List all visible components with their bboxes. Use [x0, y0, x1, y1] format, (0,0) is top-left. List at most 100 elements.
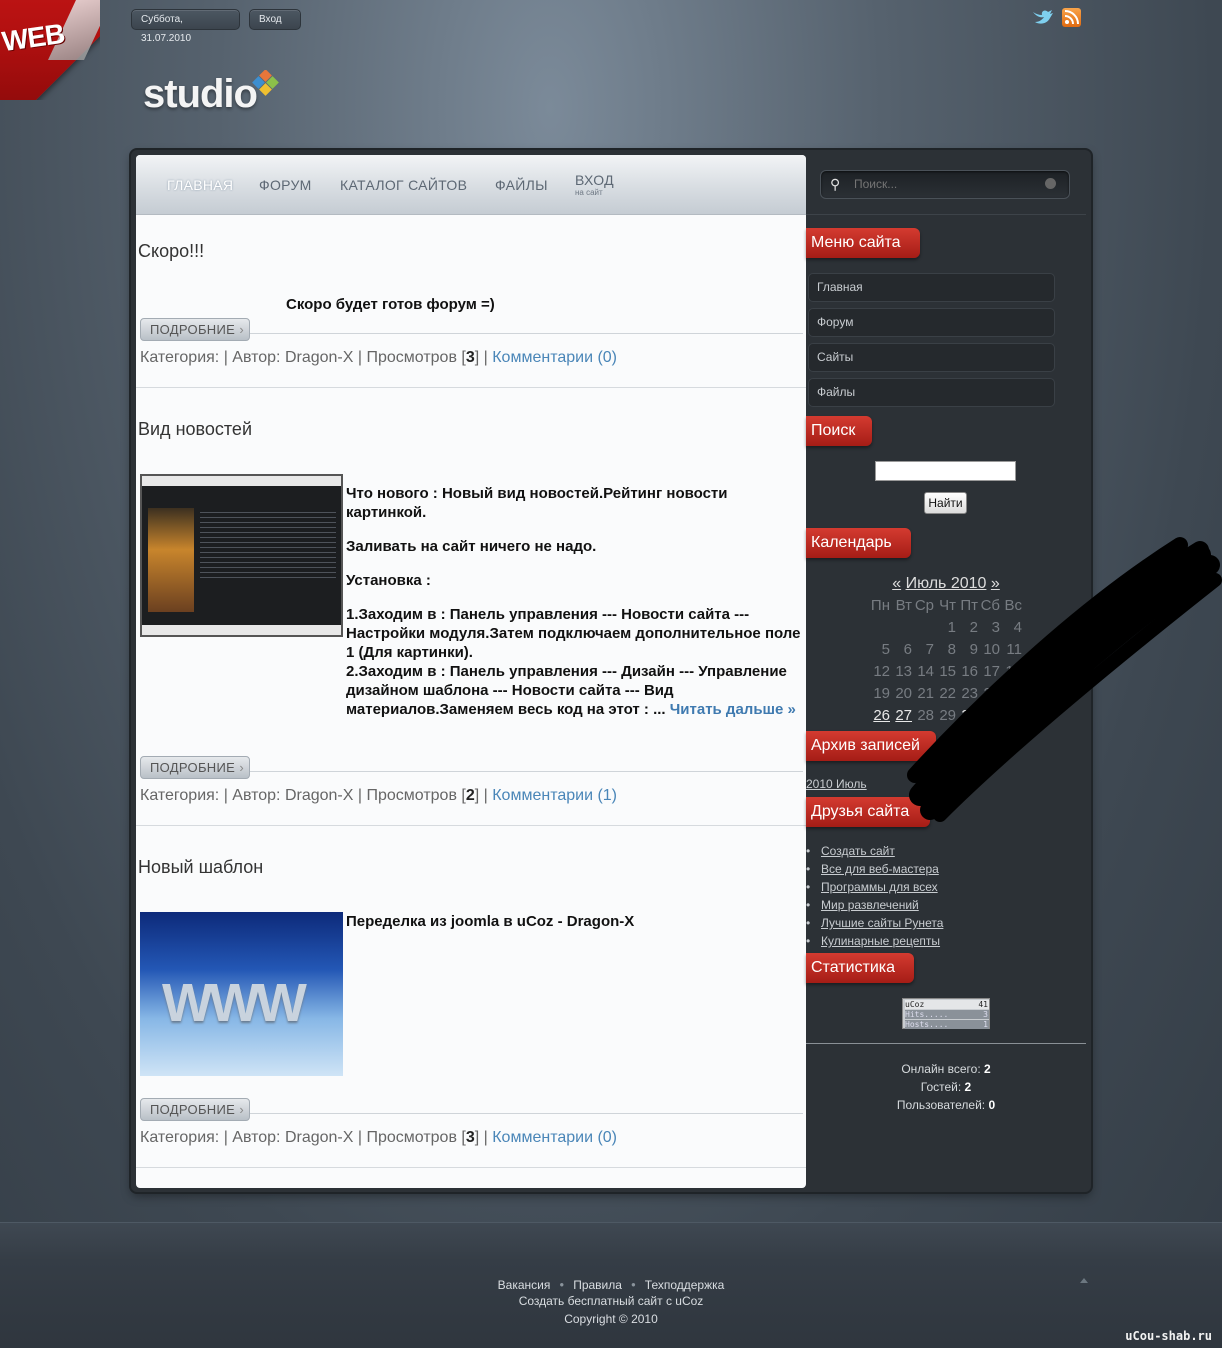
calendar-day: 23 — [961, 685, 978, 702]
nav-forum[interactable]: ФОРУМ — [259, 177, 312, 193]
post-title[interactable]: Новый шаблон — [138, 857, 263, 878]
meta-sep: ] | — [474, 787, 493, 804]
comments-link[interactable]: Комментарии (1) — [492, 787, 617, 804]
nav-home[interactable]: ГЛАВНАЯ — [167, 177, 233, 193]
weekday-label: Пн — [870, 597, 890, 614]
calendar-month-link[interactable]: Июль 2010 — [906, 575, 987, 592]
nav-files[interactable]: ФАЙЛЫ — [495, 177, 548, 193]
login-link[interactable]: Вход — [249, 9, 301, 30]
post-body: Скоро будет готов форум =) — [286, 295, 495, 329]
calendar-day: 2 — [969, 619, 978, 636]
calendar-month: « Июль 2010 » — [868, 575, 1024, 593]
ucoz-counter[interactable]: uCoz 41 Hits..... 3 Hosts.... 1 — [902, 998, 990, 1029]
calendar-day: 6 — [903, 641, 912, 658]
divider — [250, 333, 803, 334]
calendar-day[interactable]: 26 — [868, 707, 890, 724]
search-icon: ⚲ — [830, 176, 841, 192]
menu-title: Меню сайта — [806, 228, 920, 258]
friends-title: Друзья сайта — [806, 797, 930, 827]
calendar-next[interactable]: » — [991, 575, 1000, 592]
footer-links: Вакансия ● Правила ● Техподдержка — [497, 1278, 725, 1292]
post-title[interactable]: Вид новостей — [138, 419, 252, 440]
calendar-day: 25 — [1005, 685, 1022, 702]
post-paragraph: Установка : — [346, 572, 431, 589]
calendar-day[interactable]: 27 — [890, 707, 912, 724]
search-field[interactable] — [875, 461, 1016, 481]
stats-title: Статистика — [806, 953, 914, 983]
weekday-label: Вс — [1004, 597, 1022, 614]
archive-link[interactable]: 2010 Июль — [806, 777, 867, 791]
friend-link[interactable]: Лучшие сайты Рунета — [806, 916, 943, 934]
calendar-prev[interactable]: « — [892, 575, 901, 592]
post-title[interactable]: Скоро!!! — [138, 241, 204, 262]
calendar-day: 22 — [939, 685, 956, 702]
calendar-day: 5 — [881, 641, 890, 658]
online-total: Онлайн всего: 2 — [901, 1062, 991, 1076]
post-paragraph: 1.Заходим в : Панель управления --- Ново… — [346, 606, 801, 661]
date-badge: Суббота, 31.07.2010 — [131, 9, 240, 44]
post-paragraph: Переделка из joomla в uCoz - Dragon-X — [346, 913, 635, 930]
footer-link-vacancy[interactable]: Вакансия — [498, 1278, 551, 1292]
post-separator — [136, 825, 806, 826]
weekday-label: Сб — [980, 597, 1000, 614]
more-button[interactable]: ПОДРОБНИЕ — [140, 318, 250, 341]
footer-link-support[interactable]: Техподдержка — [645, 1278, 725, 1292]
post-thumbnail[interactable]: WWW — [140, 912, 343, 1076]
sidebar-item-forum[interactable]: Форум — [808, 308, 1055, 337]
sidebar-item-home[interactable]: Главная — [808, 273, 1055, 302]
online-guests: Гостей: 2 — [920, 1080, 972, 1094]
calendar-day[interactable]: 30 — [956, 707, 978, 724]
more-button[interactable]: ПОДРОБНИЕ — [140, 1098, 250, 1121]
twitter-icon[interactable] — [1032, 8, 1053, 28]
friend-link[interactable]: Кулинарные рецепты — [806, 934, 943, 952]
rss-icon[interactable] — [1062, 8, 1081, 27]
divider — [250, 1113, 803, 1114]
calendar-day: 7 — [925, 641, 934, 658]
clear-icon[interactable] — [1045, 178, 1056, 189]
weekday-label: Вт — [895, 597, 912, 614]
calendar-day: 4 — [1013, 619, 1022, 636]
calendar-day: 14 — [917, 663, 934, 680]
footer-copyright: Copyright © 2010 — [564, 1312, 658, 1326]
friend-link[interactable]: Программы для всех — [806, 880, 943, 898]
weekday-label: Ср — [914, 597, 934, 614]
calendar-day: 9 — [969, 641, 978, 658]
calendar-day: 18 — [1005, 663, 1022, 680]
meta-text: Категория: | Автор: Dragon-X | Просмотро… — [140, 349, 466, 366]
meta-views: 3 — [465, 1129, 475, 1146]
footer-create-link[interactable]: Создать бесплатный сайт с uCoz — [0, 1294, 1222, 1308]
calendar-day: 20 — [895, 685, 912, 702]
site-logo[interactable]: studio — [143, 72, 258, 117]
calendar-day: 29 — [939, 707, 956, 724]
calendar-day: 16 — [961, 663, 978, 680]
search-input[interactable] — [854, 177, 1034, 191]
more-button[interactable]: ПОДРОБНИЕ — [140, 756, 250, 779]
calendar-day: 11 — [1006, 641, 1022, 658]
read-more-link[interactable]: Читать дальше » — [670, 701, 796, 718]
comments-link[interactable]: Комментарии (0) — [492, 349, 617, 366]
sidebar-divider — [806, 214, 1086, 215]
calendar-title: Календарь — [806, 528, 911, 558]
friend-link[interactable]: Создать сайт — [806, 844, 943, 862]
post-thumbnail[interactable] — [140, 474, 343, 637]
search-button[interactable]: Найти — [924, 492, 967, 514]
comments-link[interactable]: Комментарии (0) — [492, 1129, 617, 1146]
corner-ribbon-logo: WEB — [0, 0, 100, 100]
sidebar-item-sites[interactable]: Сайты — [808, 343, 1055, 372]
sidebar-item-files[interactable]: Файлы — [808, 378, 1055, 407]
meta-sep: ] | — [474, 1129, 493, 1146]
footer-link-rules[interactable]: Правила — [573, 1278, 622, 1292]
divider — [250, 771, 803, 772]
calendar-day: 15 — [939, 663, 956, 680]
nav-catalog[interactable]: КАТАЛОГ САЙТОВ — [340, 177, 467, 193]
friend-link[interactable]: Все для веб-мастера — [806, 862, 943, 880]
friend-link[interactable]: Мир развлечений — [806, 898, 943, 916]
meta-sep: ] | — [474, 349, 493, 366]
online-users: Пользователей: 0 — [896, 1098, 996, 1112]
nav-login[interactable]: ВХОД — [575, 172, 614, 188]
post-paragraph: Заливать на сайт ничего не надо. — [346, 538, 597, 555]
search-title: Поиск — [806, 416, 872, 446]
post-meta: Категория: | Автор: Dragon-X | Просмотро… — [140, 349, 617, 367]
post-separator — [136, 387, 806, 388]
post-body: Переделка из joomla в uCoz - Dragon-X — [346, 912, 634, 946]
